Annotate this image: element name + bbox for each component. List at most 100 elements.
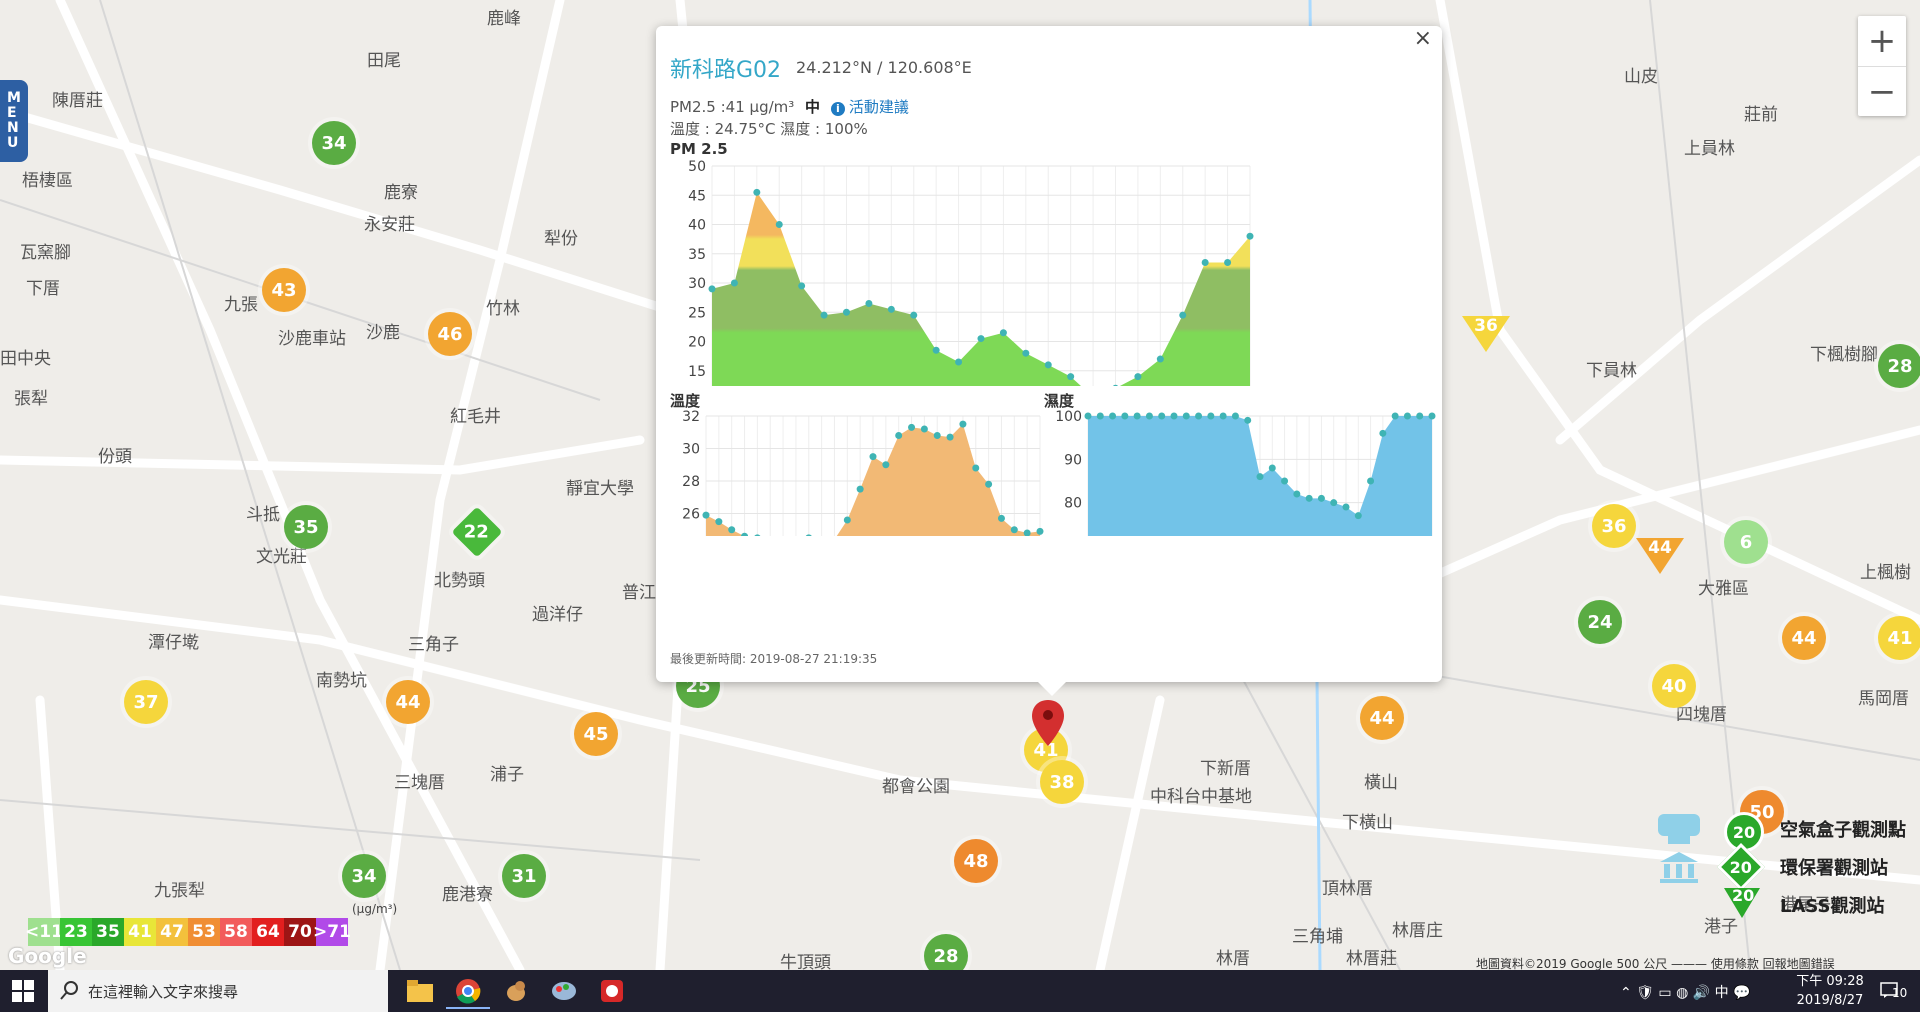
y-tick-label: 30 (688, 276, 706, 292)
place-label: 竹林 (486, 299, 520, 319)
data-point (1096, 412, 1104, 420)
data-point (1293, 490, 1301, 498)
sensor-marker[interactable]: 40 (1652, 664, 1696, 708)
windows-taskbar: 在這裡輸入文字來搜尋 ⌃ 🛡 ▭ ◍ 🔊 中 💬 下午 09:28 2019/8… (0, 970, 1920, 1012)
place-label: 靜宜大學 (566, 479, 634, 499)
place-label: 下新厝 (1200, 759, 1251, 779)
place-label: 下厝 (26, 279, 60, 299)
windows-start-icon[interactable] (12, 980, 34, 1002)
place-label: 永安莊 (364, 215, 415, 235)
place-label: 田尾 (367, 51, 401, 71)
place-label: 頂林厝 (1322, 879, 1373, 899)
data-point (1109, 412, 1117, 420)
place-label: 牛頂頭 (780, 953, 831, 970)
data-point (715, 518, 723, 526)
epa-station-icon (1656, 850, 1702, 888)
place-label: 大雅區 (1698, 579, 1749, 599)
place-label: 三角埔 (1292, 927, 1343, 947)
data-point (908, 423, 916, 431)
map-attribution[interactable]: 地圖資料©2019 Google 500 公尺 ——— 使用條款 回報地圖錯誤 (1476, 955, 1835, 970)
data-point (933, 432, 941, 439)
zoom-in-button[interactable]: + (1858, 16, 1906, 67)
data-point (955, 358, 963, 366)
data-point (1112, 384, 1119, 386)
station-type-value: 20 (1732, 822, 1756, 842)
humidity-chart: 708090100 (1055, 409, 1436, 536)
place-label: 莊前 (1744, 105, 1778, 125)
system-clock[interactable]: 下午 09:28 2019/8/27 (1790, 972, 1870, 1010)
place-label: 瓦窯腳 (20, 243, 71, 263)
legend-swatch: 41 (124, 918, 156, 946)
pm25-legend: <11 23 35 41 47 53 58 64 70 >71 (25, 918, 351, 946)
app-icon-red[interactable] (590, 975, 634, 1007)
file-explorer-icon[interactable] (398, 975, 442, 1007)
app-icon-paint[interactable] (542, 975, 586, 1007)
sensor-marker[interactable]: 36 (1592, 504, 1636, 548)
sensor-marker[interactable]: 44 (386, 680, 430, 724)
sensor-marker[interactable]: 36 (1462, 316, 1510, 352)
sensor-marker[interactable]: 28 (1878, 344, 1920, 388)
data-point (932, 346, 940, 354)
place-label: 九張 (224, 295, 258, 315)
data-point (865, 299, 873, 307)
marker-value: 35 (293, 516, 319, 538)
y-tick-label: 90 (1064, 452, 1082, 468)
menu-button[interactable]: MENU (0, 80, 28, 162)
map-canvas[interactable]: 鹿峰 陳厝莊 田尾 梧棲區 鹿寮 永安莊 瓦窯腳 犁份 下厝 九張 竹林 沙鹿 田中央 沙鹿車站 張犁 紅毛井… (0, 0, 1920, 970)
y-tick-label: 50 (688, 159, 706, 175)
sensor-marker[interactable]: 38 (1040, 760, 1084, 804)
zoom-out-button[interactable]: − (1858, 67, 1906, 117)
data-point (1067, 373, 1075, 381)
activity-advice-link[interactable]: i 活動建議 (830, 98, 909, 116)
search-placeholder: 在這裡輸入文字來搜尋 (88, 982, 239, 1001)
taskbar-search[interactable]: 在這裡輸入文字來搜尋 (48, 970, 388, 1012)
sensor-marker[interactable]: 43 (262, 268, 306, 312)
data-point (1256, 473, 1264, 481)
chrome-icon[interactable] (446, 975, 490, 1009)
data-point (1219, 412, 1227, 420)
system-tray[interactable]: ⌃ 🛡 ▭ ◍ 🔊 中 💬 (1620, 982, 1751, 1002)
place-label: 中科台中基地 (1150, 787, 1252, 807)
place-label: 陳厝莊 (52, 91, 103, 111)
sensor-marker[interactable]: 34 (312, 121, 356, 165)
data-point (856, 485, 864, 493)
close-icon[interactable]: × (1414, 26, 1432, 51)
sensor-marker[interactable]: 31 (502, 854, 546, 898)
clock-time: 下午 09:28 (1796, 974, 1864, 989)
place-label: 林厝莊 (1346, 949, 1397, 969)
place-label: 九張犁 (154, 881, 205, 901)
sensor-marker[interactable]: 44 (1360, 696, 1404, 740)
sensor-marker[interactable]: 28 (924, 934, 968, 970)
notification-icon[interactable]: 10 (1880, 980, 1910, 1002)
sensor-marker[interactable]: 6 (1724, 520, 1768, 564)
legend-unit: (μg/m³) (352, 902, 398, 916)
last-updated: 最後更新時間: 2019-08-27 21:19:35 (670, 652, 878, 666)
data-point (946, 433, 954, 441)
sensor-marker[interactable]: 44 (1782, 616, 1826, 660)
data-point (708, 285, 716, 293)
data-point (972, 464, 980, 472)
data-point (1207, 412, 1215, 420)
sensor-marker[interactable]: 35 (284, 505, 328, 549)
place-label: 下員林 (1586, 361, 1637, 381)
sensor-marker[interactable]: 37 (124, 680, 168, 724)
data-point (1195, 412, 1203, 420)
data-point (1342, 503, 1350, 511)
sensor-marker[interactable]: 24 (1578, 600, 1622, 644)
data-point (999, 329, 1007, 337)
data-point (702, 511, 710, 519)
app-icon-bird[interactable] (494, 975, 538, 1007)
place-label: 下楓樹腳 (1810, 345, 1878, 365)
place-label: 梧棲區 (22, 171, 73, 191)
sensor-marker[interactable]: 48 (954, 839, 998, 883)
data-point (869, 453, 877, 461)
place-label: 山皮 (1624, 67, 1658, 87)
sensor-marker[interactable]: 46 (428, 312, 472, 356)
sensor-marker[interactable]: 34 (342, 854, 386, 898)
location-pin-icon[interactable] (1032, 700, 1064, 750)
y-tick-label: 28 (682, 474, 700, 490)
sensor-marker[interactable]: 44 (1636, 538, 1684, 574)
data-point (1133, 412, 1141, 420)
sensor-marker[interactable]: 41 (1878, 616, 1920, 660)
sensor-marker[interactable]: 45 (574, 712, 618, 756)
